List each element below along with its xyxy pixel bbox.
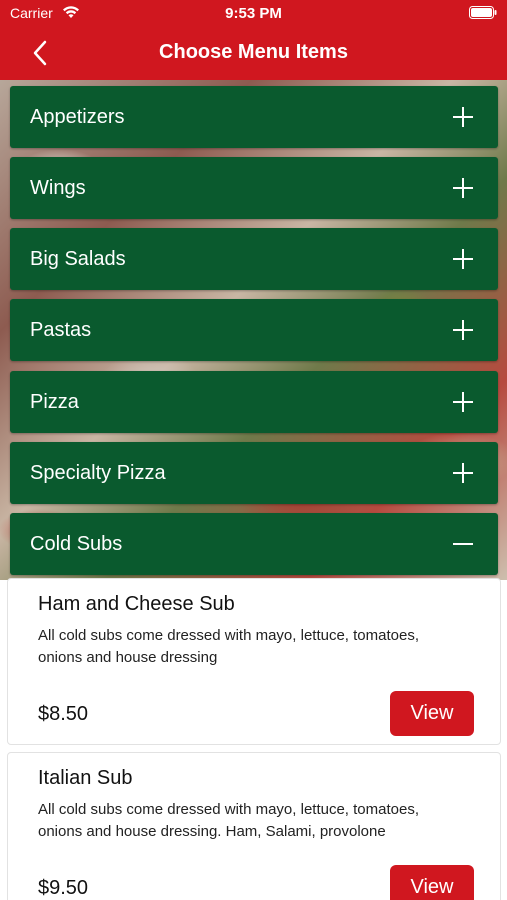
- category-label: Pastas: [30, 319, 92, 341]
- item-price: $8.50: [38, 703, 89, 725]
- item-name: Italian Sub: [38, 767, 133, 789]
- category-label: Pizza: [30, 391, 79, 413]
- category-label: Appetizers: [30, 106, 125, 128]
- category-label: Wings: [30, 177, 86, 199]
- navigation-bar: Choose Menu Items: [0, 26, 507, 80]
- page-title: Choose Menu Items: [159, 41, 348, 63]
- category-cold-subs[interactable]: Cold Subs: [10, 513, 498, 575]
- plus-icon: [452, 248, 474, 270]
- menu-item-card: Italian Sub All cold subs come dressed w…: [7, 752, 501, 900]
- view-button[interactable]: View: [390, 691, 474, 736]
- plus-icon: [452, 177, 474, 199]
- clock: 9:53 PM: [225, 5, 282, 22]
- item-description: All cold subs come dressed with mayo, le…: [38, 801, 420, 840]
- item-name: Ham and Cheese Sub: [38, 593, 235, 615]
- battery-icon: [469, 6, 497, 23]
- category-big-salads[interactable]: Big Salads: [10, 228, 498, 290]
- category-pizza[interactable]: Pizza: [10, 371, 498, 433]
- item-price: $9.50: [38, 877, 89, 899]
- menu-item-card: Ham and Cheese Sub All cold subs come dr…: [7, 578, 501, 745]
- category-wings[interactable]: Wings: [10, 157, 498, 219]
- category-label: Big Salads: [30, 248, 126, 270]
- plus-icon: [452, 319, 474, 341]
- plus-icon: [452, 462, 474, 484]
- category-pastas[interactable]: Pastas: [10, 299, 498, 361]
- minus-icon: [452, 533, 474, 555]
- view-button[interactable]: View: [390, 865, 474, 900]
- category-label: Specialty Pizza: [30, 462, 166, 484]
- category-appetizers[interactable]: Appetizers: [10, 86, 498, 148]
- plus-icon: [452, 391, 474, 413]
- category-specialty-pizza[interactable]: Specialty Pizza: [10, 442, 498, 504]
- item-description: All cold subs come dressed with mayo, le…: [38, 627, 420, 666]
- plus-icon: [452, 106, 474, 128]
- status-bar: Carrier 9:53 PM: [0, 0, 507, 26]
- category-label: Cold Subs: [30, 533, 123, 555]
